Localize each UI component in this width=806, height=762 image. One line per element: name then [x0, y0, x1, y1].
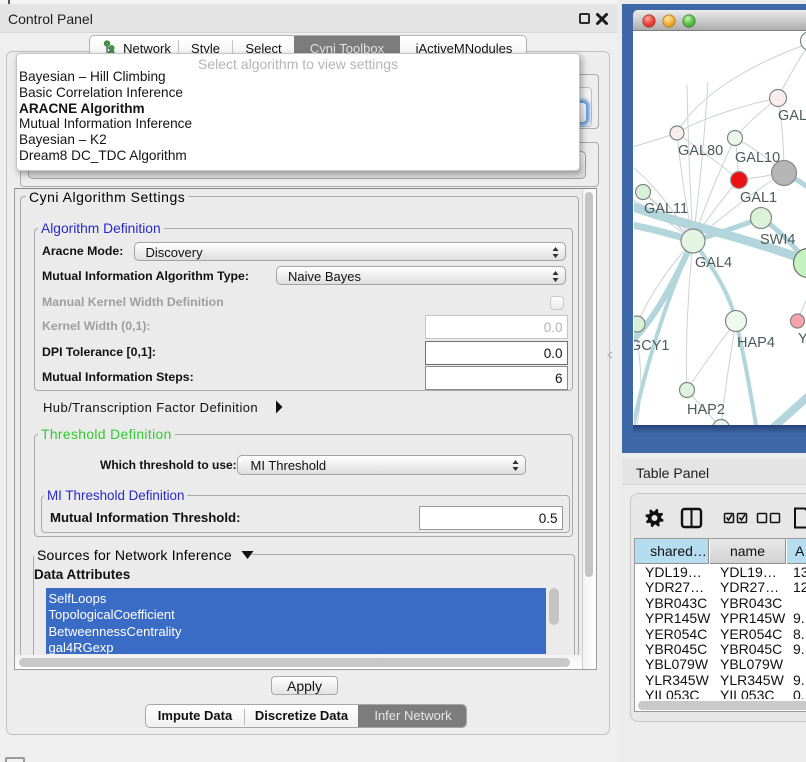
svg-text:GAL4: GAL4 — [695, 255, 732, 271]
svg-text:GAL10: GAL10 — [735, 150, 780, 166]
svg-text:YM: YM — [798, 331, 806, 347]
svg-text:GAL80: GAL80 — [678, 143, 723, 159]
svg-text:SWI4: SWI4 — [760, 232, 795, 248]
svg-text:GAL11: GAL11 — [644, 201, 688, 217]
svg-text:GAL1: GAL1 — [740, 190, 777, 206]
svg-text:GCY1: GCY1 — [634, 338, 670, 354]
svg-text:HAP4: HAP4 — [737, 335, 775, 351]
svg-text:HAP2: HAP2 — [687, 402, 725, 418]
svg-text:GAL2: GAL2 — [778, 108, 806, 124]
